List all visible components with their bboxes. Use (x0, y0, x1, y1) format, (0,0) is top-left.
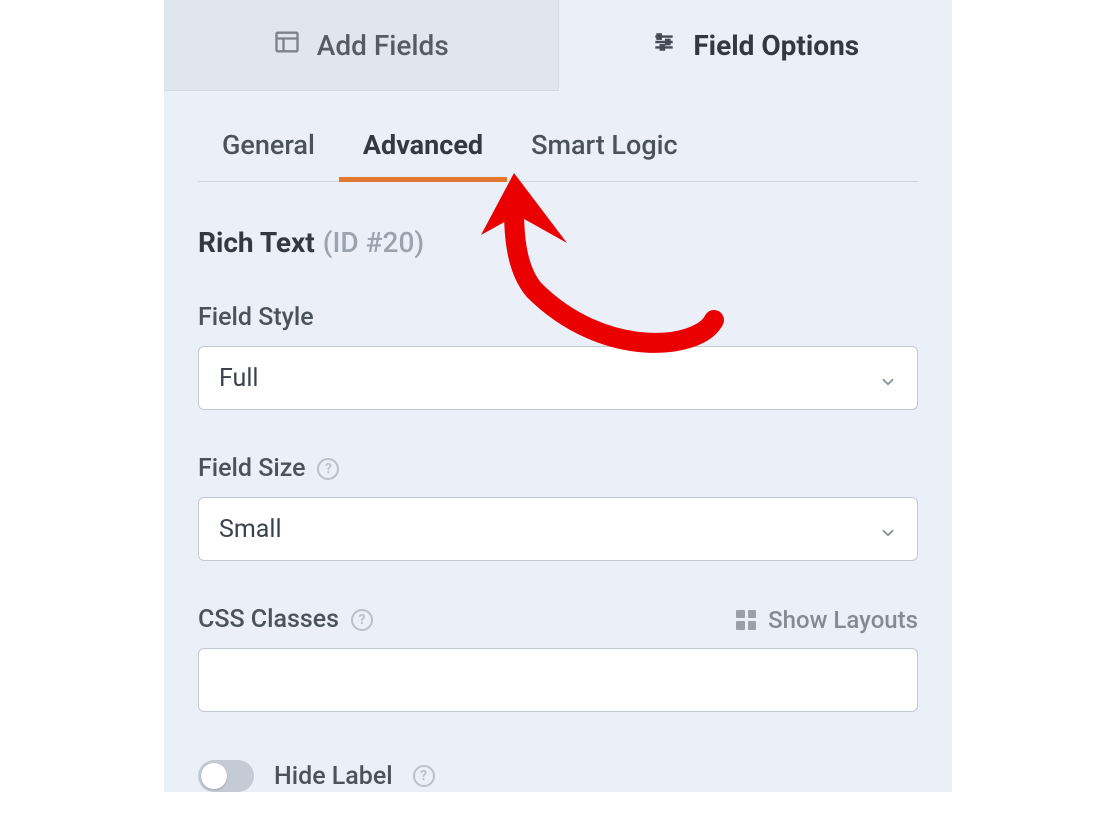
help-icon[interactable]: ? (413, 765, 435, 787)
toggle-knob (201, 763, 227, 789)
show-layouts-button[interactable]: Show Layouts (736, 606, 918, 634)
subtab-general[interactable]: General (198, 115, 339, 182)
field-name: Rich Text (198, 226, 315, 259)
field-id: (ID #20) (323, 226, 424, 259)
tab-field-options[interactable]: Field Options (559, 0, 953, 91)
hide-label-text: Hide Label (274, 762, 393, 791)
subtab-advanced[interactable]: Advanced (339, 115, 507, 182)
top-tabs: Add Fields Field Options (164, 0, 952, 91)
field-style-label: Field Style (198, 303, 314, 332)
field-style-group: Field Style Full (198, 303, 918, 410)
hide-label-group: Hide Label ? (198, 760, 918, 792)
chevron-down-icon (879, 520, 897, 538)
field-size-select[interactable]: Small (198, 497, 918, 561)
css-classes-input[interactable] (198, 648, 918, 712)
field-style-value: Full (219, 364, 259, 393)
hide-label-toggle[interactable] (198, 760, 254, 792)
chevron-down-icon (879, 369, 897, 387)
field-size-value: Small (219, 515, 282, 544)
subtab-smart-logic[interactable]: Smart Logic (507, 115, 702, 182)
form-icon (273, 28, 301, 63)
tab-add-fields[interactable]: Add Fields (164, 0, 559, 91)
field-size-label: Field Size (198, 454, 305, 483)
css-classes-group: CSS Classes ? Show Layouts (198, 605, 918, 712)
help-icon[interactable]: ? (317, 458, 339, 480)
field-size-group: Field Size ? Small (198, 454, 918, 561)
help-icon[interactable]: ? (351, 609, 373, 631)
sliders-icon (651, 29, 677, 62)
sub-tabs: General Advanced Smart Logic (198, 115, 918, 182)
field-header: Rich Text (ID #20) (198, 226, 918, 259)
panel-content: General Advanced Smart Logic Rich Text (… (164, 91, 952, 792)
css-classes-label: CSS Classes (198, 605, 339, 634)
show-layouts-label: Show Layouts (768, 606, 918, 634)
field-options-panel: Add Fields Field Options (164, 0, 952, 792)
tab-add-fields-label: Add Fields (317, 29, 449, 62)
tab-field-options-label: Field Options (693, 29, 859, 62)
field-style-select[interactable]: Full (198, 346, 918, 410)
grid-icon (736, 610, 756, 630)
